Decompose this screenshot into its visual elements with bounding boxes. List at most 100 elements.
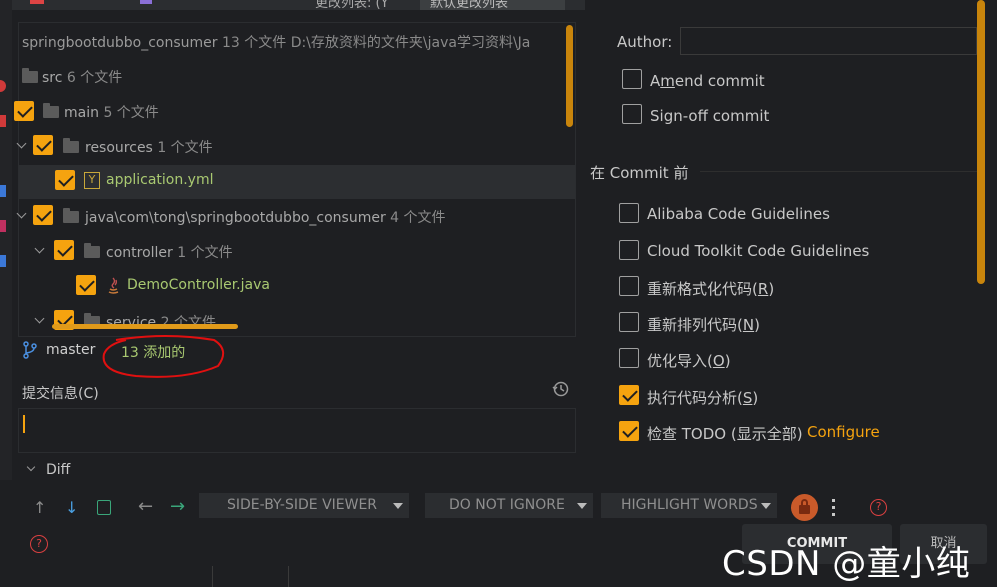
commit-message-input[interactable]	[18, 408, 576, 453]
checkbox-optimize-imports[interactable]	[619, 348, 639, 368]
folder-icon	[63, 208, 79, 223]
top-toolbar-icon[interactable]	[140, 0, 152, 4]
arrow-right-icon[interactable]: →	[170, 498, 185, 516]
rearrange-text: 重新排列代码	[647, 316, 738, 334]
edit-source-icon[interactable]	[97, 500, 111, 515]
edge-icon-blue[interactable]	[0, 255, 6, 267]
edge-icon-red[interactable]	[0, 220, 6, 232]
section-divider	[700, 171, 977, 172]
checkbox-main[interactable]	[14, 101, 34, 121]
changelist-key: (Y	[375, 0, 389, 11]
tree-root[interactable]: springbootdubbo_consumer 13 个文件 D:\存放资料的…	[22, 32, 530, 52]
optimize-imports-label: 优化导入(O)	[647, 352, 731, 370]
git-branch-icon	[23, 341, 37, 359]
yaml-icon-letter: Y	[88, 173, 96, 186]
checkbox-resources[interactable]	[33, 135, 53, 155]
signoff-commit-label: Sign-off commit	[650, 107, 770, 125]
alibaba-guidelines-label: Alibaba Code Guidelines	[647, 205, 830, 223]
tree-item-democontroller-java[interactable]: DemoController.java	[127, 277, 270, 293]
lock-icon[interactable]	[791, 494, 818, 521]
checkbox-reformat-code[interactable]	[619, 276, 639, 296]
tree-root-count: 13 个文件	[221, 35, 287, 51]
yaml-file-icon: Y	[84, 172, 100, 189]
viewer-dropdown-label: SIDE-BY-SIDE VIEWER	[227, 497, 378, 513]
chevron-down-icon	[577, 503, 587, 509]
left-edge-strip	[0, 0, 12, 480]
before-commit-title: 在 Commit 前	[590, 164, 689, 182]
tree-item-controller[interactable]: controller 1 个文件	[106, 242, 233, 262]
amend-pre: A	[650, 72, 661, 90]
configure-link[interactable]: Configure	[807, 423, 880, 441]
author-input[interactable]	[680, 27, 977, 55]
code-analysis-label: 执行代码分析(S)	[647, 389, 759, 407]
tree-application-name: application.yml	[106, 172, 214, 188]
tree-controller-name: controller	[106, 245, 173, 261]
checkbox-code-analysis[interactable]	[619, 385, 639, 405]
commit-message-label: 提交信息(C)	[22, 386, 99, 402]
chevron-down-icon[interactable]	[26, 462, 36, 472]
checkbox-democontroller[interactable]	[76, 275, 96, 295]
tree-item-application-yml[interactable]: application.yml	[106, 172, 214, 188]
tree-item-main[interactable]: main 5 个文件	[64, 102, 159, 122]
history-icon[interactable]	[552, 380, 570, 398]
arrow-up-icon[interactable]: ↑	[33, 500, 46, 516]
reformat-key: R	[757, 280, 769, 298]
rearrange-key: N	[742, 316, 755, 334]
optimize-key: O	[712, 352, 725, 370]
right-panel-scrollbar[interactable]	[977, 0, 985, 284]
checkbox-signoff-commit[interactable]	[622, 104, 642, 124]
highlight-dropdown[interactable]: HIGHLIGHT WORDS	[601, 493, 777, 518]
bottom-divider	[288, 566, 289, 587]
tree-resources-name: resources	[85, 140, 153, 156]
tree-main-count: 5 个文件	[103, 105, 159, 121]
arrow-left-icon[interactable]: ←	[138, 498, 153, 516]
checkbox-controller[interactable]	[54, 240, 74, 260]
rearrange-code-label: 重新排列代码(N)	[647, 316, 760, 334]
checkbox-cloud-toolkit-guidelines[interactable]	[619, 240, 639, 260]
viewer-dropdown[interactable]: SIDE-BY-SIDE VIEWER	[199, 493, 409, 518]
ignore-dropdown[interactable]: DO NOT IGNORE	[425, 493, 593, 518]
top-toolbar-icon[interactable]	[30, 0, 44, 4]
checkbox-application[interactable]	[55, 170, 75, 190]
edge-icon-red[interactable]	[0, 115, 6, 127]
branch-name[interactable]: master	[46, 342, 95, 358]
analysis-key: S	[742, 389, 753, 407]
diff-toggle[interactable]: Diff	[46, 462, 70, 478]
tree-root-name: springbootdubbo_consumer	[22, 35, 218, 51]
tree-item-resources[interactable]: resources 1 个文件	[85, 137, 213, 157]
changelist-dropdown-value: 默认更改列表	[430, 0, 509, 11]
checkbox-alibaba-guidelines[interactable]	[619, 203, 639, 223]
tree-src-name: src	[42, 70, 63, 86]
tree-java-count: 4 个文件	[390, 210, 446, 226]
reformat-code-label: 重新格式化代码(R)	[647, 280, 775, 298]
tree-item-java[interactable]: java\com\tong\springbootdubbo_consumer 4…	[85, 207, 446, 227]
checkbox-check-todo[interactable]	[619, 421, 639, 441]
checkbox-amend-commit[interactable]	[622, 69, 642, 89]
arrow-down-icon[interactable]: ↓	[65, 500, 78, 516]
checkbox-rearrange-code[interactable]	[619, 312, 639, 332]
edge-icon-blue[interactable]	[0, 185, 6, 197]
help-icon[interactable]: ?	[30, 535, 48, 553]
watermark: CSDN @童小纯	[722, 544, 971, 584]
tree-resources-count: 1 个文件	[157, 140, 213, 156]
folder-icon	[22, 68, 38, 83]
java-file-icon	[108, 277, 119, 294]
analysis-text: 执行代码分析	[647, 389, 738, 407]
author-label: Author:	[617, 33, 673, 51]
tree-row-selected	[19, 165, 575, 199]
reformat-text: 重新格式化代码	[647, 280, 753, 298]
amend-commit-label: Amend commit	[650, 72, 765, 90]
tree-root-path: D:\存放资料的文件夹\java学习资料\Ja	[290, 35, 531, 51]
checkbox-java[interactable]	[33, 205, 53, 225]
more-options-icon[interactable]	[832, 497, 836, 519]
tree-main-name: main	[64, 105, 99, 121]
changelist-label: 更改列表: (Y	[315, 0, 389, 11]
tree-democontroller-name: DemoController.java	[127, 277, 270, 293]
ignore-dropdown-label: DO NOT IGNORE	[449, 497, 565, 513]
help-icon[interactable]: ?	[870, 499, 887, 516]
tree-scrollbar[interactable]	[566, 25, 573, 127]
annotation-underline	[52, 324, 238, 329]
check-todo-label: 检查 TODO (显示全部)	[647, 425, 803, 443]
folder-icon	[84, 243, 100, 258]
tree-item-src[interactable]: src 6 个文件	[42, 67, 122, 87]
